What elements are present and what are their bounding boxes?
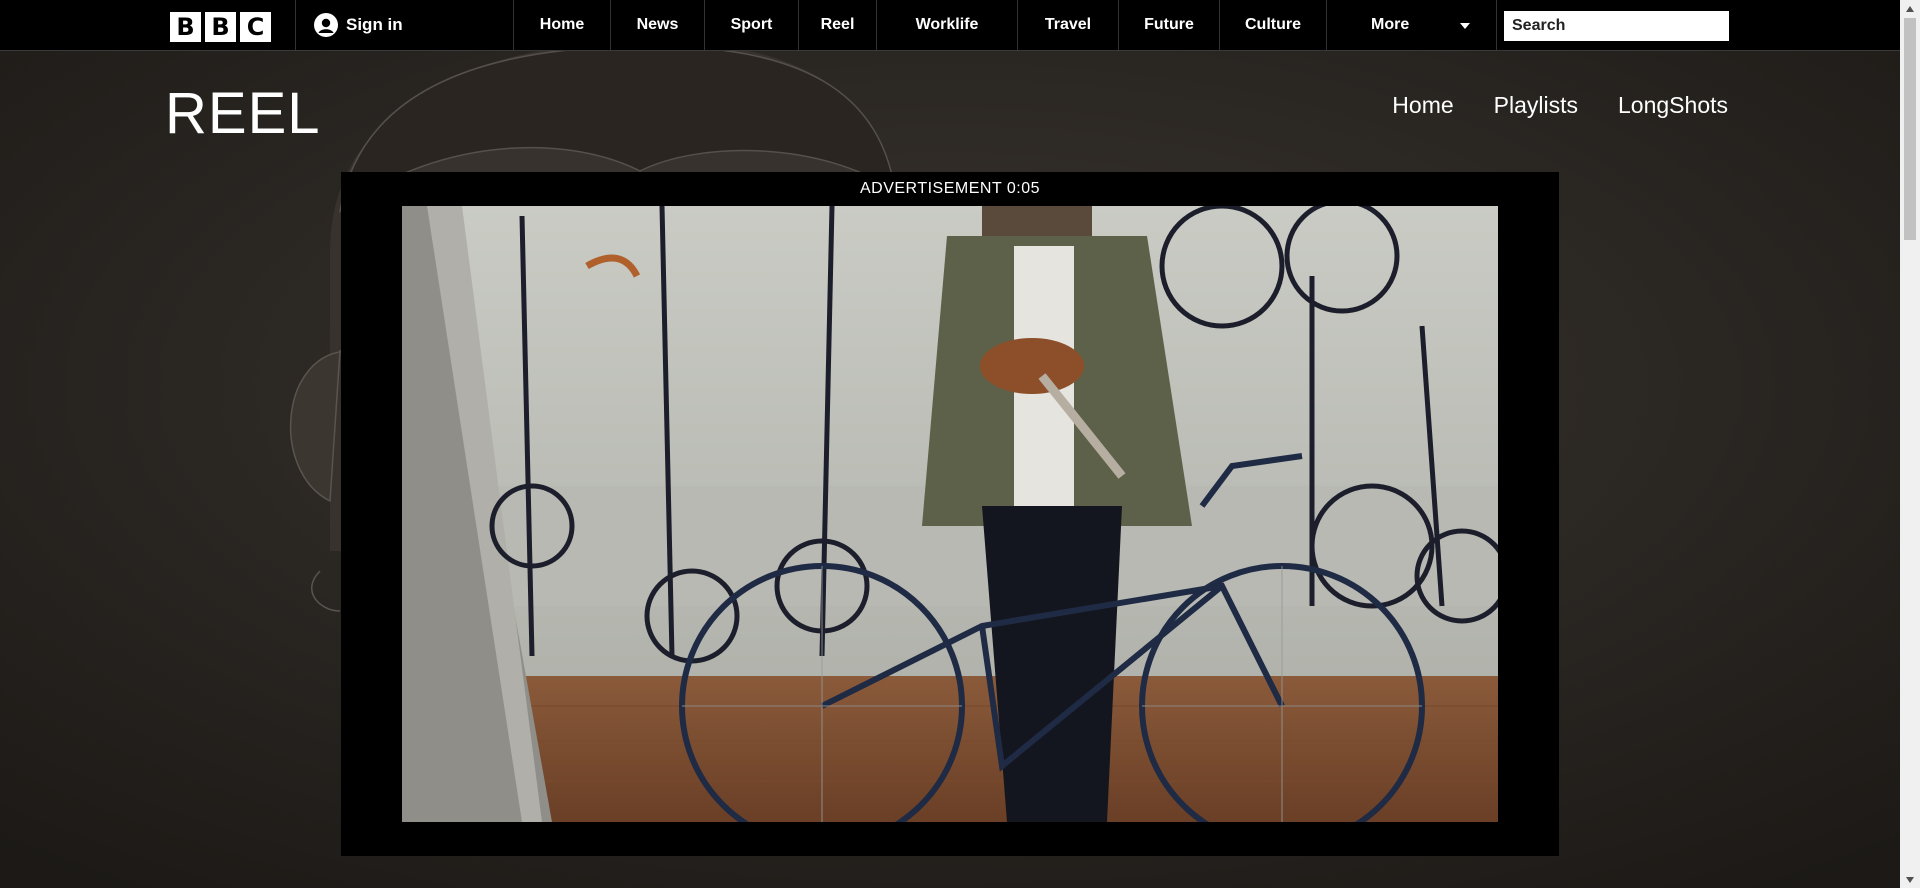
search-icon (1739, 16, 1759, 36)
nav-home[interactable]: Home (513, 0, 610, 50)
video-player[interactable]: ADVERTISEMENT 0:05 (341, 172, 1559, 856)
divider (295, 0, 296, 50)
user-icon (314, 13, 338, 37)
search-button[interactable] (1739, 11, 1759, 41)
scroll-up-arrow-icon[interactable] (1900, 0, 1920, 17)
sign-in-label: Sign in (346, 15, 403, 34)
main-nav: Home News Sport Reel Worklife Travel Fut… (513, 0, 1497, 50)
bbc-logo-letter: B (170, 12, 201, 42)
nav-more[interactable]: More (1326, 0, 1497, 50)
video-frame[interactable] (402, 206, 1498, 822)
reel-logo[interactable]: REEL (165, 80, 321, 147)
nav-worklife[interactable]: Worklife (876, 0, 1017, 50)
chevron-down-icon (1460, 23, 1470, 29)
scrollbar-thumb[interactable] (1904, 18, 1916, 240)
reel-nav-longshots[interactable]: LongShots (1618, 92, 1728, 119)
search-box (1504, 11, 1759, 41)
page-scrollbar[interactable] (1900, 0, 1920, 888)
advertisement-countdown: ADVERTISEMENT 0:05 (859, 180, 1041, 197)
bbc-logo-letter: C (240, 12, 271, 42)
scroll-down-arrow-icon[interactable] (1900, 871, 1920, 888)
sign-in-link[interactable]: Sign in (314, 13, 403, 37)
search-input[interactable] (1504, 12, 1739, 40)
reel-nav: Home Playlists LongShots (1392, 92, 1728, 119)
nav-culture[interactable]: Culture (1219, 0, 1326, 50)
nav-reel[interactable]: Reel (798, 0, 876, 50)
nav-travel[interactable]: Travel (1017, 0, 1118, 50)
nav-news[interactable]: News (610, 0, 704, 50)
nav-sport[interactable]: Sport (704, 0, 798, 50)
reel-nav-playlists[interactable]: Playlists (1494, 92, 1578, 119)
nav-future[interactable]: Future (1118, 0, 1219, 50)
bbc-logo-letter: B (205, 12, 236, 42)
bbc-top-bar: B B C Sign in Home News Sport Reel Workl… (0, 0, 1900, 51)
nav-more-label: More (1371, 16, 1410, 33)
reel-nav-home[interactable]: Home (1392, 92, 1453, 119)
bbc-logo[interactable]: B B C (170, 12, 271, 42)
